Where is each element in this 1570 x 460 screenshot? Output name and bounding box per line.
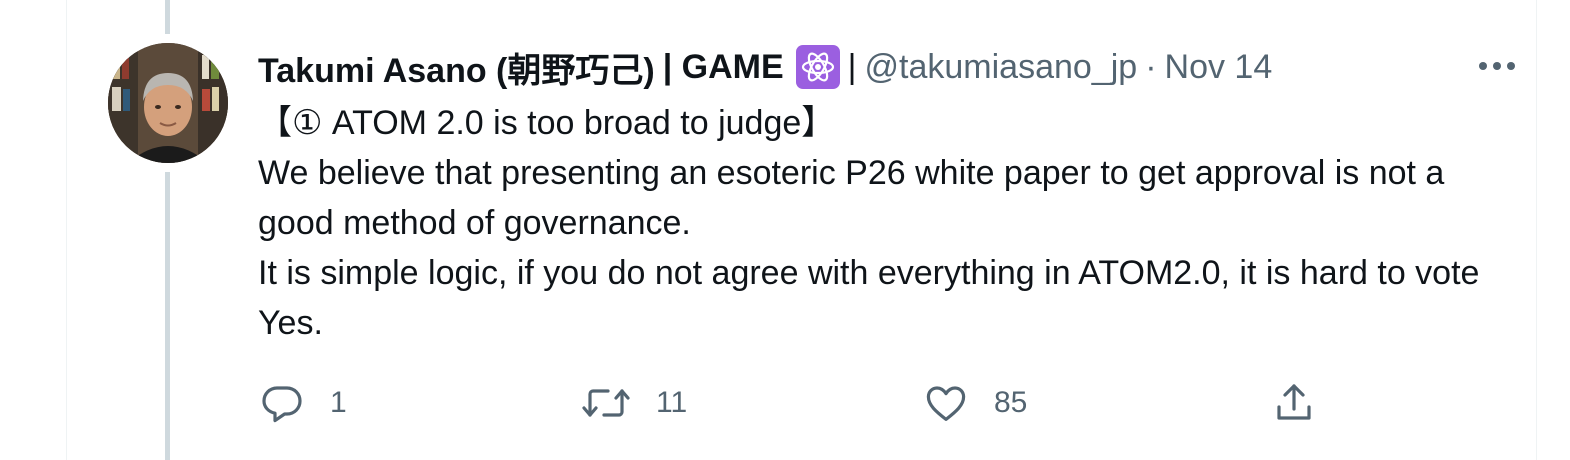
reply-count: 1: [330, 386, 347, 419]
retweet-button[interactable]: 11: [580, 378, 687, 428]
retweet-icon: [582, 389, 630, 417]
avatar[interactable]: [108, 43, 228, 163]
tweet-line: 【① ATOM 2.0 is too broad to judge】: [258, 104, 836, 142]
more-options-button[interactable]: [1472, 48, 1522, 84]
tweet-text: 【① ATOM 2.0 is too broad to judge】 We be…: [258, 98, 1518, 348]
timeline-border-right: [1536, 0, 1537, 460]
more-icon: [1479, 62, 1515, 70]
tweet-date[interactable]: Nov 14: [1165, 48, 1273, 87]
share-icon: [1277, 384, 1311, 420]
thread-line-top: [165, 0, 170, 34]
thread-line-bottom: [165, 172, 170, 460]
share-button[interactable]: [1270, 378, 1318, 428]
author-name-suffix[interactable]: | GAME: [663, 48, 784, 87]
avatar-image: [108, 43, 228, 163]
heart-icon: [926, 386, 966, 421]
retweet-count: 11: [656, 386, 688, 419]
header-separator: |: [847, 47, 857, 86]
reply-icon: [262, 386, 302, 423]
reply-button[interactable]: 1: [258, 378, 347, 428]
tweet-header: Takumi Asano (朝野巧己) | GAME | @takumiasan…: [258, 44, 1272, 90]
like-button[interactable]: 85: [922, 378, 1027, 428]
timeline-border-left: [66, 0, 67, 460]
author-handle[interactable]: @takumiasano_jp: [865, 48, 1138, 87]
tweet-line: We believe that presenting an esoteric P…: [258, 154, 1454, 242]
atom-icon: [795, 45, 840, 89]
like-count: 85: [994, 386, 1028, 419]
tweet-line: It is simple logic, if you do not agree …: [258, 254, 1489, 342]
dot-separator: ·: [1145, 47, 1157, 86]
author-display-name[interactable]: Takumi Asano (朝野巧己): [258, 43, 655, 92]
